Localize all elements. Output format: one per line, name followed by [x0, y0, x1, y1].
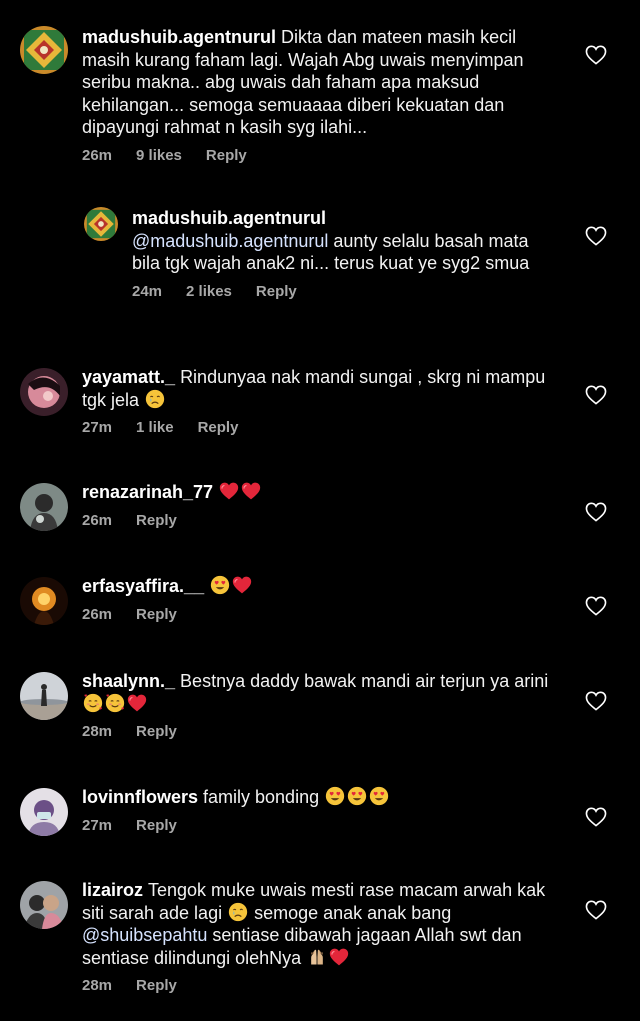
like-count[interactable]: 9 likes [136, 147, 182, 164]
username[interactable]: erfasyaffira.__ [82, 576, 204, 596]
comment-text: madushuib.agentnurul @madushuib.agentnuru… [132, 207, 552, 275]
comment-message: family bonding [203, 787, 325, 807]
reply-button[interactable]: Reply [136, 977, 177, 994]
comment-body: shaalynn._ Bestnya daddy bawak mandi air … [82, 670, 552, 740]
comment-body: lovinnflowers family bonding 27m Reply [82, 786, 552, 834]
comment-meta: 27m 1 like Reply [82, 419, 552, 436]
mention-link[interactable]: @madushuib.agentnurul [132, 231, 328, 251]
comment-meta: 28m Reply [82, 977, 552, 994]
username[interactable]: lovinnflowers [82, 787, 198, 807]
like-heart-icon[interactable] [585, 45, 607, 65]
comment-body: madushuib.agentnurul @madushuib.agentnuru… [132, 207, 552, 300]
comment-time: 26m [82, 605, 113, 623]
comment-text: lizairoz Tengok muke uwais mesti rase mac… [82, 879, 552, 969]
heart-eyes-emoji [325, 786, 345, 806]
comment-body: madushuib.agentnurul Dikta dan mateen mas… [82, 26, 552, 164]
username[interactable]: madushuib.agentnurul [82, 27, 276, 47]
heart-eyes-emoji [210, 575, 230, 595]
like-heart-icon[interactable] [585, 385, 607, 405]
comment-body: renazarinah_77 26m Reply [82, 481, 552, 529]
like-count[interactable]: 1 like [136, 419, 174, 436]
username[interactable]: shaalynn._ [82, 671, 175, 691]
heart-eyes-emoji [347, 786, 367, 806]
comment-time: 28m [82, 723, 113, 740]
reply-button[interactable]: Reply [256, 283, 297, 300]
comment-message-continued: semoge anak anak bang [249, 902, 452, 923]
heart-eyes-emoji [369, 786, 389, 806]
reply-button[interactable]: Reply [136, 723, 177, 740]
comment-time: 24m [132, 282, 163, 300]
red-heart-emoji [232, 575, 252, 595]
comment-meta: 26m Reply [82, 606, 552, 623]
comment-text: lovinnflowers family bonding [82, 786, 552, 809]
reply-button[interactable]: Reply [136, 817, 177, 834]
comment-text: shaalynn._ Bestnya daddy bawak mandi air … [82, 670, 552, 715]
red-heart-emoji [219, 481, 239, 501]
username[interactable]: lizairoz [82, 880, 143, 900]
red-heart-emoji [241, 481, 261, 501]
folded-hands-emoji [307, 947, 327, 967]
comment-time: 28m [82, 977, 113, 994]
comment-time: 27m [82, 816, 113, 834]
username[interactable]: renazarinah_77 [82, 482, 213, 502]
comment-meta: 24m 2 likes Reply [132, 283, 552, 300]
username[interactable]: yayamatt._ [82, 367, 175, 387]
comment-text: renazarinah_77 [82, 481, 552, 504]
reply-button[interactable]: Reply [206, 147, 247, 164]
comment-time: 27m [82, 419, 113, 436]
avatar[interactable] [20, 483, 68, 531]
comment-text: madushuib.agentnurul Dikta dan mateen mas… [82, 26, 552, 139]
avatar[interactable] [20, 672, 68, 720]
like-heart-icon[interactable] [585, 596, 607, 616]
mention-link[interactable]: @shuibsepahtu [82, 925, 207, 945]
avatar[interactable] [20, 368, 68, 416]
comment-body: erfasyaffira.__ 26m Reply [82, 575, 552, 623]
smiling-face-with-hearts-emoji [105, 693, 125, 713]
like-heart-icon[interactable] [585, 900, 607, 920]
like-heart-icon[interactable] [585, 807, 607, 827]
reply-button[interactable]: Reply [136, 512, 177, 529]
avatar[interactable] [20, 788, 68, 836]
red-heart-emoji [329, 947, 349, 967]
comment-meta: 27m Reply [82, 817, 552, 834]
red-heart-emoji [127, 693, 147, 713]
comment-text: erfasyaffira.__ [82, 575, 552, 598]
comment-time: 26m [82, 146, 113, 164]
crying-face-emoji [228, 902, 248, 922]
comment-meta: 28m Reply [82, 723, 552, 740]
comment-text: yayamatt._ Rindunyaa nak mandi sungai , s… [82, 366, 552, 411]
comments-list: madushuib.agentnurul Dikta dan mateen mas… [0, 0, 640, 1021]
avatar[interactable] [20, 26, 68, 74]
like-heart-icon[interactable] [585, 226, 607, 246]
like-heart-icon[interactable] [585, 502, 607, 522]
reply-button[interactable]: Reply [136, 606, 177, 623]
comment-meta: 26m Reply [82, 512, 552, 529]
comment-body: lizairoz Tengok muke uwais mesti rase mac… [82, 879, 552, 994]
smiling-face-with-hearts-emoji [83, 693, 103, 713]
comment-message: Bestnya daddy bawak mandi air terjun ya … [180, 671, 549, 691]
username[interactable]: madushuib.agentnurul [132, 208, 326, 228]
reply-button[interactable]: Reply [198, 419, 239, 436]
comment-time: 26m [82, 511, 113, 529]
avatar[interactable] [84, 207, 118, 241]
like-heart-icon[interactable] [585, 691, 607, 711]
like-count[interactable]: 2 likes [186, 283, 232, 300]
crying-face-emoji [145, 389, 165, 409]
avatar[interactable] [20, 881, 68, 929]
comment-meta: 26m 9 likes Reply [82, 147, 552, 164]
comment-body: yayamatt._ Rindunyaa nak mandi sungai , s… [82, 366, 552, 436]
avatar[interactable] [20, 577, 68, 625]
